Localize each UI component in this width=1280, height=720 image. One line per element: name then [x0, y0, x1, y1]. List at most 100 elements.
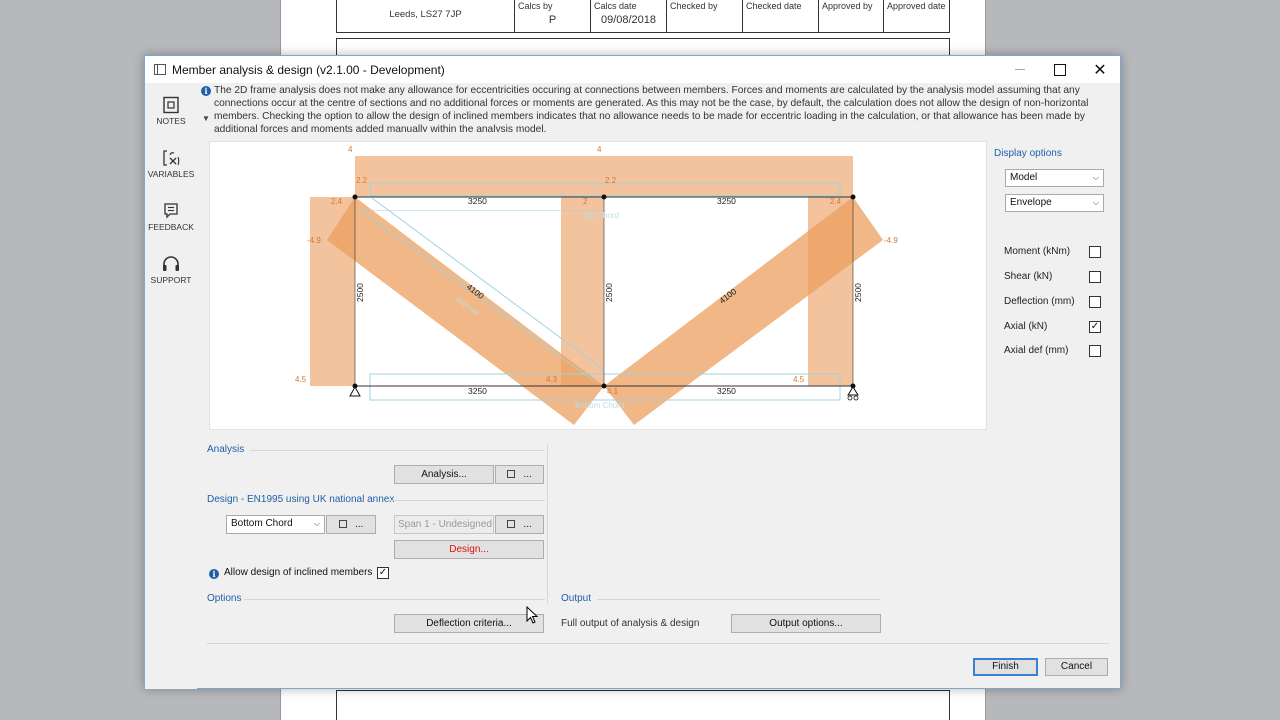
- output-description: Full output of analysis & design: [561, 618, 700, 629]
- span-dimension-label: 3250: [468, 196, 487, 206]
- axial-toggle-label: Axial (kN): [1004, 321, 1048, 332]
- design-button[interactable]: Design...: [394, 540, 544, 559]
- close-button[interactable]: ✕: [1080, 56, 1120, 83]
- calcs-date-value: 09/08/2018: [600, 14, 657, 26]
- sidebar-item-support[interactable]: SUPPORT: [145, 255, 197, 285]
- axial-value-label: 2.2: [605, 176, 617, 185]
- roller-support-icon: [847, 386, 859, 396]
- axial-checkbox[interactable]: ✓: [1089, 321, 1101, 333]
- height-dimension-label: 2500: [355, 283, 365, 302]
- shear-toggle-label: Shear (kN): [1004, 271, 1053, 282]
- node[interactable]: [601, 194, 607, 200]
- minimize-button[interactable]: [1000, 56, 1040, 83]
- mid-post-axial-band: [561, 197, 604, 386]
- info-icon: i: [201, 86, 211, 96]
- more-label: ...: [523, 519, 532, 530]
- sidebar-item-variables[interactable]: VARIABLES: [145, 149, 197, 179]
- axial-value-label: 2.4: [331, 197, 343, 206]
- approved-by-label: Approved by: [822, 1, 873, 11]
- more-label: ...: [355, 519, 364, 530]
- moment-checkbox[interactable]: [1089, 246, 1101, 258]
- member-select-value: Bottom Chord: [231, 518, 293, 529]
- view-mode-select[interactable]: Model ⌵: [1005, 169, 1104, 187]
- axial-value-label: -4.9: [307, 236, 321, 245]
- support-icon: [163, 256, 179, 271]
- roller-wheel: [853, 395, 859, 401]
- dialog-title: Member analysis & design (v2.1.00 - Deve…: [172, 62, 445, 77]
- top-chord-inner-line: [355, 210, 605, 211]
- axial-def-checkbox[interactable]: [1089, 345, 1101, 357]
- maximize-button[interactable]: [1040, 56, 1080, 83]
- checked-by-cell: Checked by: [666, 0, 742, 32]
- checked-date-cell: Checked date: [742, 0, 818, 32]
- shear-checkbox[interactable]: [1089, 271, 1101, 283]
- notes-icon: [507, 520, 516, 529]
- deflection-criteria-button[interactable]: Deflection criteria...: [394, 614, 544, 633]
- calcs-date-label: Calcs date: [594, 1, 637, 11]
- view-mode-value: Model: [1010, 172, 1038, 183]
- cancel-button[interactable]: Cancel: [1045, 658, 1108, 676]
- allow-inclined-checkbox[interactable]: ✓: [377, 567, 389, 579]
- sidebar-item-notes[interactable]: NOTES: [145, 96, 197, 126]
- title-bar[interactable]: Member analysis & design (v2.1.00 - Deve…: [145, 56, 1120, 83]
- options-section-title: Options: [207, 593, 242, 604]
- axial-value-label: 2.2: [356, 176, 368, 185]
- frame-diagram-svg: 4 4 2.2 2.2 2.4 2 2.4 -4.9 -4.9 4.5 4.3 …: [295, 145, 898, 425]
- approved-date-cell: Approved date: [883, 0, 949, 32]
- info-icon: i: [209, 569, 219, 579]
- frame-diagram[interactable]: 4 4 2.2 2.2 2.4 2 2.4 -4.9 -4.9 4.5 4.3 …: [209, 141, 987, 430]
- allow-inclined-label: Allow design of inclined members: [224, 567, 373, 578]
- display-options-title: Display options: [994, 148, 1062, 159]
- deflection-checkbox[interactable]: [1089, 296, 1101, 308]
- calcs-by-label: Calcs by: [518, 1, 553, 11]
- analysis-divider: [250, 450, 545, 451]
- feedback-icon: [164, 203, 178, 219]
- axial-value-label: 4.5: [793, 375, 805, 384]
- document-header-table: Leeds, LS27 7JP Calcs by P Calcs date 09…: [336, 0, 950, 33]
- sidebar-item-feedback[interactable]: FEEDBACK: [145, 202, 197, 232]
- collapse-chevron-icon[interactable]: ▼: [202, 114, 210, 123]
- span-more-button[interactable]: ...: [495, 515, 544, 534]
- calcs-date-cell: Calcs date 09/08/2018: [590, 0, 666, 32]
- section-vertical-divider: [547, 444, 548, 604]
- deflection-toggle-label: Deflection (mm): [1004, 296, 1075, 307]
- member-name-label: Bottom Chord: [575, 401, 624, 410]
- analysis-button[interactable]: Analysis...: [394, 465, 494, 484]
- output-section-title: Output: [561, 593, 592, 604]
- pin-support-icon: [349, 385, 361, 397]
- axial-value-label: 4.5: [295, 375, 307, 384]
- sidebar: NOTES VARIABLES FEEDBACK SUPPORT: [145, 83, 197, 689]
- chevron-down-icon: ⌵: [1092, 198, 1099, 207]
- combination-select[interactable]: Envelope ⌵: [1005, 194, 1104, 212]
- analysis-section-title: Analysis: [207, 444, 245, 455]
- approved-by-cell: Approved by: [818, 0, 883, 32]
- node[interactable]: [352, 194, 358, 200]
- height-dimension-label: 2500: [853, 283, 863, 302]
- roller-wheel: [847, 395, 853, 401]
- calcs-by-value: P: [548, 14, 557, 26]
- output-options-button[interactable]: Output options...: [731, 614, 881, 633]
- design-section-title: Design - EN1995 using UK national annex: [207, 494, 395, 505]
- axial-def-toggle-label: Axial def (mm): [1004, 345, 1069, 356]
- address-cell: Leeds, LS27 7JP: [337, 0, 514, 32]
- member-more-button[interactable]: ...: [326, 515, 376, 534]
- notes-icon: [507, 470, 516, 479]
- analysis-more-button[interactable]: ...: [495, 465, 544, 484]
- document-footer-box: [336, 690, 950, 720]
- chevron-down-icon: ⌵: [1092, 173, 1099, 182]
- output-divider: [597, 599, 880, 600]
- finish-button[interactable]: Finish: [973, 658, 1038, 676]
- more-label: ...: [523, 469, 532, 480]
- member-analysis-dialog: Member analysis & design (v2.1.00 - Deve…: [144, 55, 1121, 689]
- height-dimension-label: 2500: [604, 283, 614, 302]
- axial-value-label: 2: [583, 197, 588, 206]
- axial-value-label: 4.1: [607, 387, 619, 396]
- member-select[interactable]: Bottom Chord ⌵: [226, 515, 325, 534]
- mouse-cursor-icon: [526, 606, 538, 624]
- top-chord-axial-band: [355, 156, 853, 197]
- checked-date-label: Checked date: [746, 1, 802, 11]
- node[interactable]: [850, 194, 856, 200]
- axial-value-label: -4.9: [884, 236, 898, 245]
- node[interactable]: [601, 383, 607, 389]
- sidebar-item-label: FEEDBACK: [148, 222, 194, 232]
